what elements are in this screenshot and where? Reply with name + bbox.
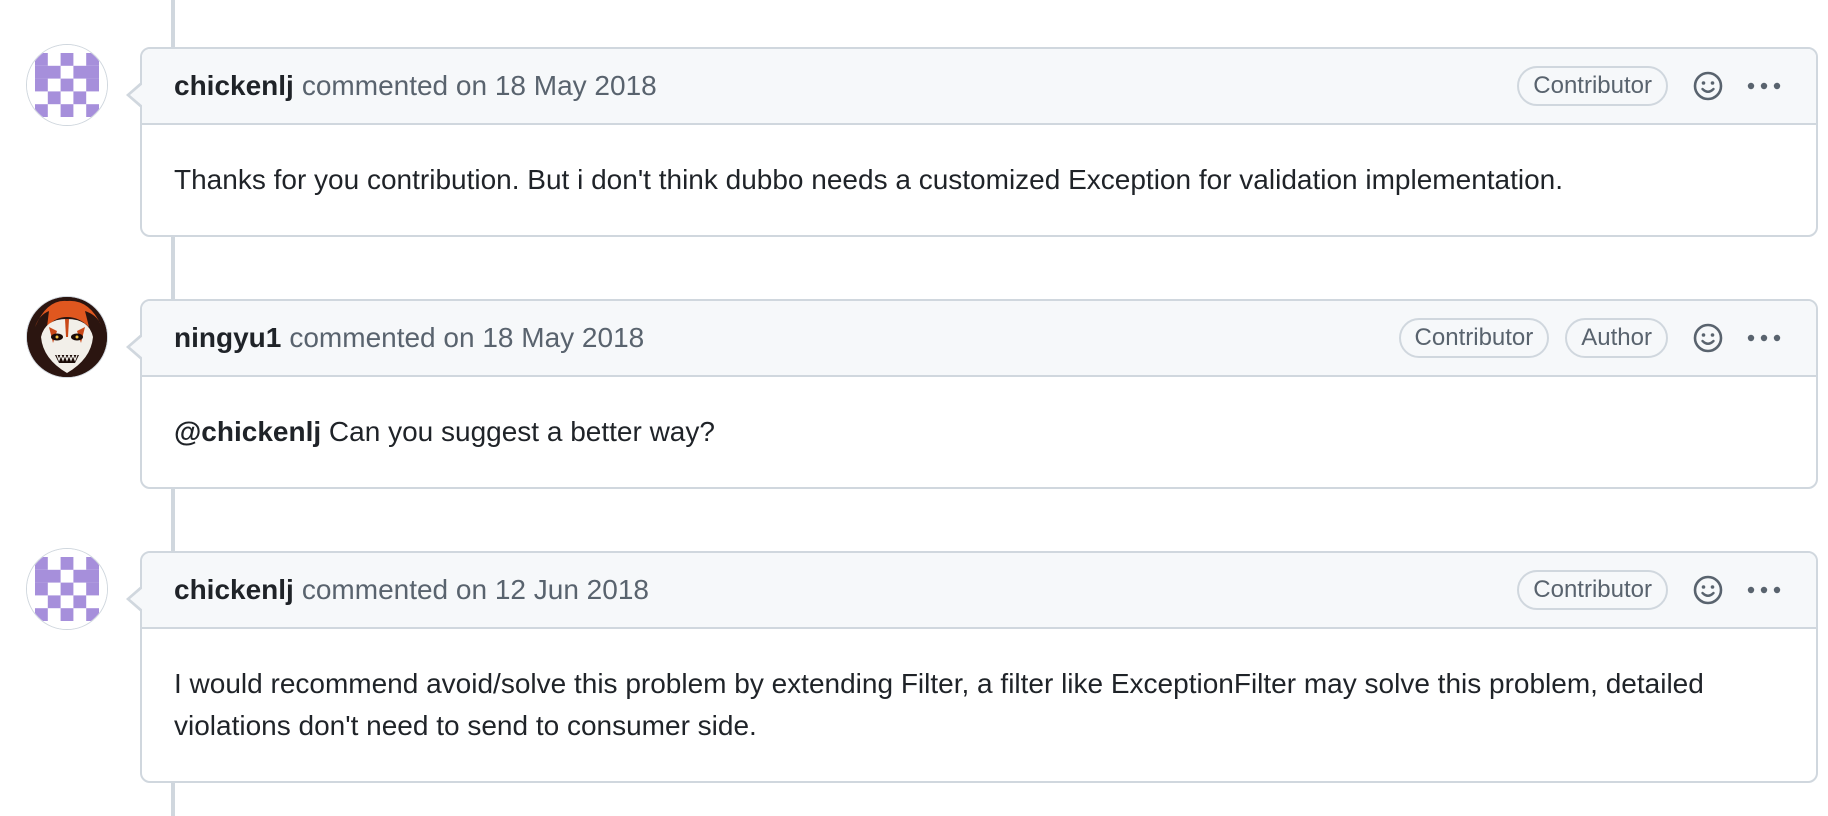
comment-header: chickenlj commented on 18 May 2018 Contr… <box>142 49 1816 125</box>
identicon-avatar-icon <box>27 45 107 125</box>
comment-text: Can you suggest a better way? <box>328 416 715 447</box>
comment-timestamp[interactable]: commented on 18 May 2018 <box>302 70 657 102</box>
comment-body: I would recommend avoid/solve this probl… <box>142 629 1816 781</box>
kebab-horizontal-icon <box>1747 82 1781 90</box>
kebab-horizontal-icon <box>1747 334 1781 342</box>
user-mention-link[interactable]: @chickenlj <box>174 416 321 447</box>
smiley-icon <box>1693 71 1723 101</box>
avatar[interactable] <box>26 296 108 378</box>
comment-body: @chickenlj Can you suggest a better way? <box>142 377 1816 487</box>
add-reaction-button[interactable] <box>1690 572 1726 608</box>
add-reaction-button[interactable] <box>1690 68 1726 104</box>
contributor-badge: Contributor <box>1517 66 1668 106</box>
comment-timestamp[interactable]: commented on 18 May 2018 <box>289 322 644 354</box>
avatar[interactable] <box>26 44 108 126</box>
comment-header: ningyu1 commented on 18 May 2018 Contrib… <box>142 301 1816 377</box>
comment-body: Thanks for you contribution. But i don't… <box>142 125 1816 235</box>
comment-text: Thanks for you contribution. But i don't… <box>174 164 1564 195</box>
comment-box: ningyu1 commented on 18 May 2018 Contrib… <box>126 299 1818 489</box>
author-badge: Author <box>1565 318 1668 358</box>
comment-author[interactable]: chickenlj <box>174 70 294 102</box>
comment-author[interactable]: chickenlj <box>174 574 294 606</box>
comment-options-button[interactable] <box>1744 572 1784 608</box>
character-avatar-icon <box>27 297 107 377</box>
add-reaction-button[interactable] <box>1690 320 1726 356</box>
kebab-horizontal-icon <box>1747 586 1781 594</box>
comment-box: chickenlj commented on 12 Jun 2018 Contr… <box>126 551 1818 783</box>
comment-timestamp[interactable]: commented on 12 Jun 2018 <box>302 574 649 606</box>
contributor-badge: Contributor <box>1398 318 1550 358</box>
smiley-icon <box>1693 323 1723 353</box>
comment-options-button[interactable] <box>1744 68 1784 104</box>
contributor-badge: Contributor <box>1517 570 1668 610</box>
avatar[interactable] <box>26 548 108 630</box>
comment-header: chickenlj commented on 12 Jun 2018 Contr… <box>142 553 1816 629</box>
comment-text: I would recommend avoid/solve this probl… <box>174 668 1704 741</box>
smiley-icon <box>1693 575 1723 605</box>
comment-box: chickenlj commented on 18 May 2018 Contr… <box>126 47 1818 237</box>
comment-author[interactable]: ningyu1 <box>174 322 281 354</box>
identicon-avatar-icon <box>27 549 107 629</box>
comment-options-button[interactable] <box>1744 320 1784 356</box>
